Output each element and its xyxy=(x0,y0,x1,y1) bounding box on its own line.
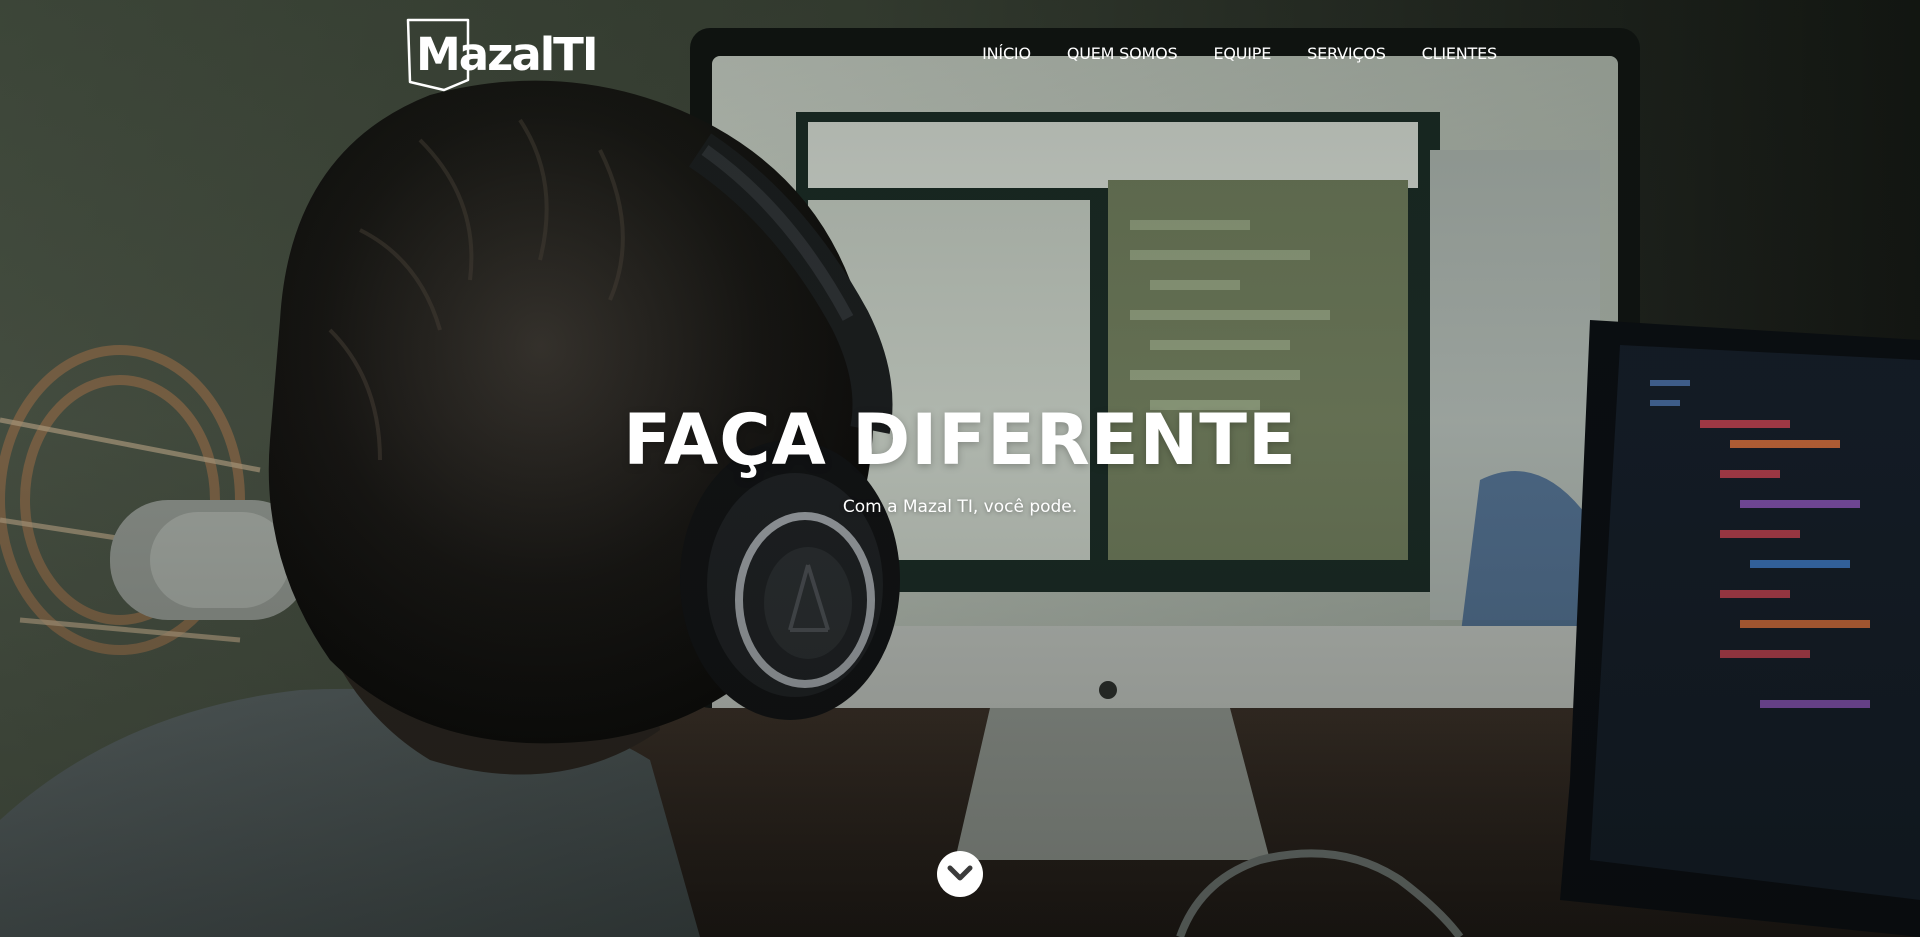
nav-item-equipe[interactable]: EQUIPE xyxy=(1213,44,1271,63)
logo[interactable]: MazalTI xyxy=(406,18,599,92)
main-nav: INÍCIO QUEM SOMOS EQUIPE SERVIÇOS CLIENT… xyxy=(982,44,1497,63)
scroll-down-button[interactable] xyxy=(937,851,983,897)
hero-section: MazalTI INÍCIO QUEM SOMOS EQUIPE SERVIÇO… xyxy=(0,0,1920,937)
hero-title: FAÇA DIFERENTE xyxy=(623,399,1297,481)
chevron-down-icon xyxy=(947,865,973,881)
nav-item-servicos[interactable]: SERVIÇOS xyxy=(1307,44,1386,63)
hero-subtitle: Com a Mazal TI, você pode. xyxy=(842,497,1078,517)
nav-item-inicio[interactable]: INÍCIO xyxy=(982,44,1031,63)
nav-item-quem-somos[interactable]: QUEM SOMOS xyxy=(1067,44,1178,63)
nav-item-clientes[interactable]: CLIENTES xyxy=(1422,44,1498,63)
logo-text: MazalTI xyxy=(416,28,599,81)
